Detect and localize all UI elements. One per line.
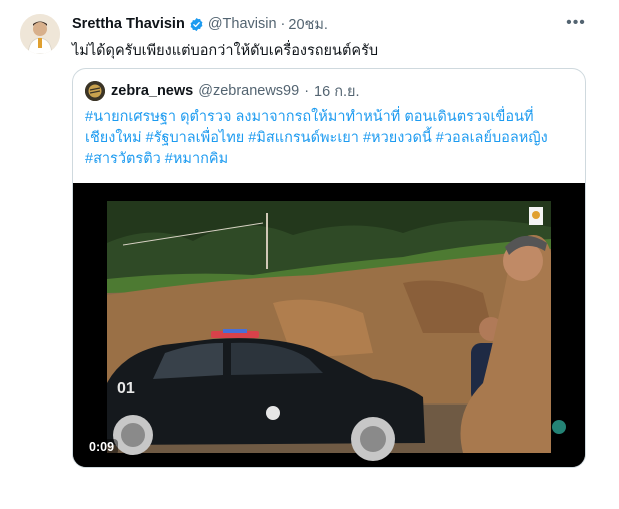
quoted-tweet-date[interactable]: 16 ก.ย. [314, 80, 360, 103]
more-options-icon[interactable]: ••• [564, 13, 588, 33]
zebra-logo-icon [85, 81, 105, 101]
quoted-tweet-text: #นายกเศรษฐา ดุตำรวจ ลงมาจากรถให้มาทำหน้า… [85, 107, 573, 170]
quoted-tweet-header: zebra_news @zebranews99 · 16 ก.ย. [111, 81, 360, 101]
author-handle[interactable]: @Thavisin [208, 16, 277, 32]
quoted-author-name[interactable]: zebra_news [111, 83, 193, 99]
tweet-header: Srettha Thavisin @Thavisin · 20ชม. [72, 15, 328, 33]
author-avatar[interactable] [20, 14, 60, 54]
video-frame: 01 [73, 183, 585, 467]
quoted-author-handle[interactable]: @zebranews99 [198, 83, 299, 99]
quoted-tweet[interactable]: zebra_news @zebranews99 · 16 ก.ย. #นายกเ… [72, 68, 586, 468]
quoted-text-line[interactable]: #สารวัตรติว #หมากคิม [85, 149, 573, 170]
verified-badge-icon [190, 17, 203, 31]
author-avatar-image [20, 14, 60, 54]
quoted-header-separator: · [304, 83, 310, 99]
tweet[interactable]: Srettha Thavisin @Thavisin · 20ชม. ••• ไ… [0, 0, 619, 509]
author-name[interactable]: Srettha Thavisin [72, 16, 185, 32]
quoted-text-line[interactable]: เชียงใหม่ #รัฐบาลเพื่อไทย #มิสแกรนด์พะเย… [85, 128, 573, 149]
quoted-author-avatar[interactable] [85, 81, 105, 101]
video-duration: 0:09 [85, 439, 119, 455]
video-player[interactable]: 01 0:09 [73, 183, 585, 467]
quoted-text-line[interactable]: #นายกเศรษฐา ดุตำรวจ ลงมาจากรถให้มาทำหน้า… [85, 107, 573, 128]
car-plate-text: 01 [117, 380, 135, 397]
tweet-timestamp[interactable]: 20ชม. [288, 13, 328, 36]
header-separator: · [280, 16, 286, 32]
video-scene [107, 201, 566, 461]
tweet-text: ไม่ได้ดุครับเพียงแต่บอกว่าให้ดับเครื่องร… [72, 43, 379, 59]
